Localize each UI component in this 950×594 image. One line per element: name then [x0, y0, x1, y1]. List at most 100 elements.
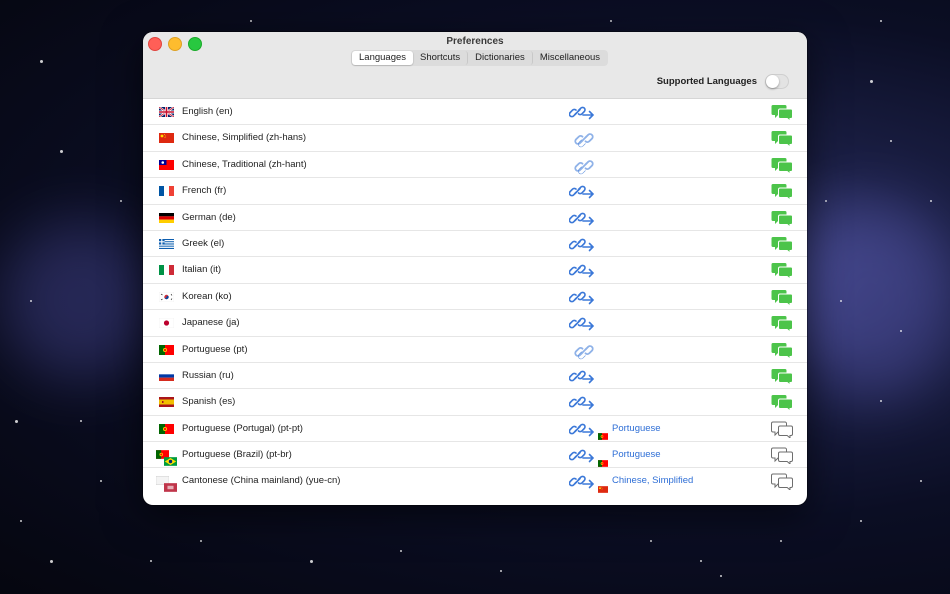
language-name: Chinese, Traditional (zh-hant): [182, 158, 307, 170]
mapped-language-label: Portuguese: [612, 422, 661, 434]
chat-bubbles-filled-icon[interactable]: [771, 104, 793, 123]
tab-miscellaneous[interactable]: Miscellaneous: [533, 51, 607, 65]
language-row[interactable]: Chinese, Traditional (zh-hant): [143, 152, 807, 179]
link-icon[interactable]: [573, 128, 595, 150]
window-title: Preferences: [446, 36, 504, 47]
language-row[interactable]: Russian (ru): [143, 363, 807, 390]
language-row[interactable]: Greek (el): [143, 231, 807, 258]
chat-bubbles-filled-icon[interactable]: [771, 157, 793, 175]
star: [15, 420, 18, 423]
tab-shortcuts[interactable]: Shortcuts: [413, 51, 469, 65]
star: [60, 150, 63, 153]
link-arrow-icon[interactable]: [568, 393, 595, 411]
star: [610, 20, 612, 22]
cn-flag-icon: [598, 478, 608, 493]
language-row[interactable]: Korean (ko): [143, 284, 807, 311]
star: [120, 200, 122, 202]
link-arrow-icon[interactable]: [568, 288, 595, 306]
star: [880, 20, 882, 22]
chat-bubbles-filled-icon[interactable]: [771, 210, 793, 228]
link-icon[interactable]: [573, 155, 595, 177]
star: [100, 480, 102, 482]
mapped-language-link[interactable]: Chinese, Simplified: [598, 468, 693, 494]
link-icon[interactable]: [573, 340, 595, 362]
link-arrow-icon[interactable]: [568, 261, 595, 279]
star: [720, 575, 722, 577]
chat-bubbles-filled-icon[interactable]: [771, 236, 793, 255]
star: [310, 560, 313, 563]
star: [870, 80, 873, 83]
mapped-language-link[interactable]: Portuguese: [598, 416, 661, 442]
language-name: Portuguese (Portugal) (pt-pt): [182, 422, 303, 434]
pt-flag-icon: [598, 425, 608, 441]
star: [400, 550, 402, 552]
chat-bubbles-filled-icon[interactable]: [771, 394, 793, 413]
link-arrow-icon[interactable]: [568, 235, 595, 253]
link-arrow-icon[interactable]: [568, 367, 595, 385]
supported-languages-toggle[interactable]: [765, 74, 789, 89]
link-arrow-icon[interactable]: [568, 420, 595, 438]
link-arrow-icon[interactable]: [568, 314, 595, 332]
ru-flag-icon: [159, 370, 174, 381]
language-row[interactable]: Japanese (ja): [143, 310, 807, 337]
yue-cn-flag-icon: [155, 472, 178, 493]
star: [840, 300, 842, 302]
language-name: Spanish (es): [182, 396, 236, 408]
toggle-knob: [766, 75, 779, 88]
chat-bubbles-filled-icon[interactable]: [771, 315, 793, 334]
star: [200, 540, 202, 542]
star: [920, 480, 922, 482]
star: [20, 520, 22, 522]
language-row[interactable]: Cantonese (China mainland) (yue-cn) Chin…: [143, 468, 807, 494]
link-arrow-icon[interactable]: [568, 446, 595, 464]
tw-flag-icon: [159, 159, 174, 170]
star: [860, 520, 862, 522]
language-row[interactable]: Italian (it): [143, 257, 807, 284]
language-name: Greek (el): [182, 237, 225, 249]
mapped-language-link[interactable]: Portuguese: [598, 442, 661, 468]
nebula-glow: [0, 220, 160, 380]
tab-languages[interactable]: Languages: [352, 51, 414, 65]
chat-bubbles-outline-icon[interactable]: [771, 421, 793, 439]
language-row[interactable]: Spanish (es): [143, 389, 807, 416]
link-arrow-icon[interactable]: [568, 209, 595, 227]
chat-bubbles-outline-icon[interactable]: [771, 473, 793, 492]
language-name: Portuguese (pt): [182, 343, 248, 355]
language-row[interactable]: Portuguese (pt): [143, 337, 807, 363]
language-row[interactable]: German (de): [143, 205, 807, 231]
fr-flag-icon: [159, 186, 174, 197]
mapped-language-label: Chinese, Simplified: [612, 475, 694, 487]
preferences-window: Preferences Languages Shortcuts Dictiona…: [143, 32, 807, 505]
language-name: Russian (ru): [182, 369, 234, 381]
cn-flag-icon: [159, 133, 174, 144]
star: [150, 560, 152, 562]
star: [250, 20, 252, 22]
pt-flag-icon: [598, 452, 608, 467]
language-row[interactable]: Portuguese (Portugal) (pt-pt) Portuguese: [143, 416, 807, 443]
tab-bar: Languages Shortcuts Dictionaries Miscell…: [351, 50, 609, 66]
language-row[interactable]: French (fr): [143, 178, 807, 205]
star: [700, 560, 702, 562]
chat-bubbles-filled-icon[interactable]: [771, 262, 793, 281]
chat-bubbles-filled-icon[interactable]: [771, 130, 793, 149]
chat-bubbles-filled-icon[interactable]: [771, 342, 793, 360]
language-name: Italian (it): [182, 264, 222, 276]
language-name: German (de): [182, 211, 236, 223]
link-arrow-icon[interactable]: [568, 472, 595, 490]
chat-bubbles-outline-icon[interactable]: [771, 447, 793, 466]
pt-flag-icon: [159, 344, 174, 355]
star: [650, 540, 652, 542]
language-row[interactable]: Chinese, Simplified (zh-hans): [143, 125, 807, 152]
tab-dictionaries[interactable]: Dictionaries: [468, 51, 533, 65]
chat-bubbles-filled-icon[interactable]: [771, 289, 793, 307]
supported-languages-setting: Supported Languages: [657, 74, 789, 89]
language-row[interactable]: English (en): [143, 99, 807, 126]
language-row[interactable]: Portuguese (Brazil) (pt-br) Portuguese: [143, 442, 807, 469]
link-arrow-icon[interactable]: [568, 182, 595, 200]
chat-bubbles-filled-icon[interactable]: [771, 368, 793, 387]
pt-br-flag-icon: [156, 446, 178, 466]
titlebar: Preferences Languages Shortcuts Dictiona…: [143, 32, 807, 99]
chat-bubbles-filled-icon[interactable]: [771, 183, 793, 202]
star: [50, 560, 53, 563]
link-arrow-icon[interactable]: [568, 103, 595, 121]
